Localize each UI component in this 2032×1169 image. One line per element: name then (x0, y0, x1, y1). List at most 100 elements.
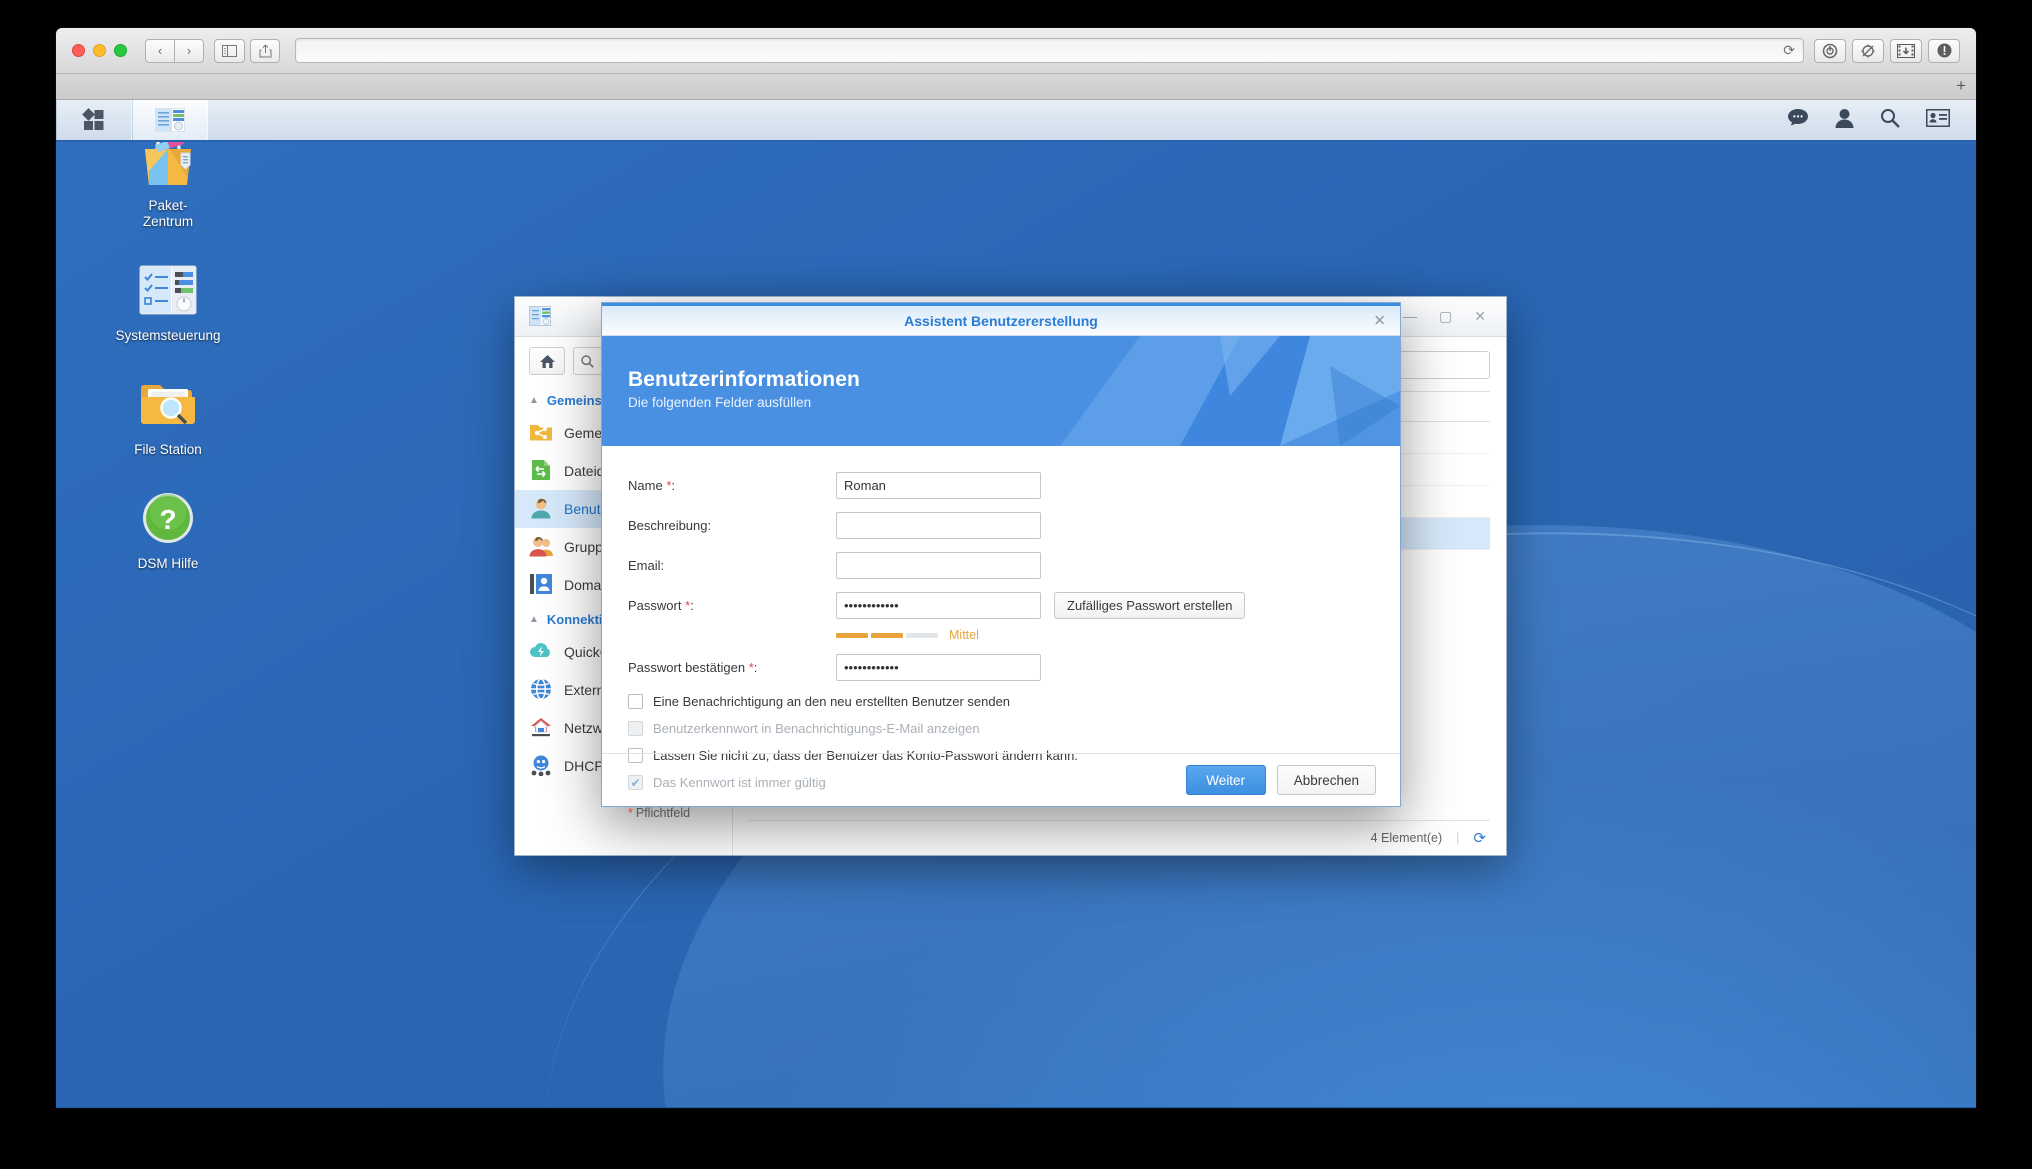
nav-buttons[interactable]: ‹ › (145, 38, 204, 63)
footer-divider: | (1456, 831, 1460, 845)
wizard-hero: Benutzerinformationen Die folgenden Feld… (602, 336, 1400, 446)
chat-icon[interactable] (1787, 108, 1809, 132)
wizard-hero-subtitle: Die folgenden Felder ausfüllen (628, 395, 812, 410)
checkbox-label: Benutzerkennwort in Benachrichtigungs-E-… (653, 721, 980, 736)
close-button[interactable]: ✕ (1474, 308, 1486, 325)
home-icon[interactable] (529, 347, 565, 375)
strength-label: Mittel (949, 628, 979, 642)
chevron-up-icon: ▲ (529, 395, 539, 406)
password-strength-indicator: Mittel (836, 628, 1374, 642)
dsm-desktop: Paket- Zentrum Systemsteuerung File Stat… (56, 100, 1976, 1107)
file-services-icon (529, 459, 553, 483)
desktop-icon-label: Systemsteuerung (115, 328, 221, 343)
description-input[interactable] (836, 512, 1041, 539)
required-marker: * (666, 478, 672, 493)
window-controls[interactable] (72, 44, 127, 57)
close-icon[interactable]: ✕ (1373, 313, 1386, 328)
desktop-icon-label: File Station (134, 442, 202, 457)
maximize-button[interactable]: ▢ (1439, 308, 1452, 325)
external-access-icon (529, 678, 553, 702)
user-icon (529, 497, 553, 521)
taskbar-item-control-panel[interactable] (132, 100, 208, 140)
field-row-password: Passwort *: Zufälliges Passwort erstelle… (628, 592, 1374, 619)
user-creation-wizard-dialog: Assistent Benutzererstellung ✕ Benutzeri… (601, 302, 1401, 820)
widget-icon[interactable] (1925, 108, 1951, 132)
mandatory-note-text: Pflichtfeld (635, 806, 691, 820)
search-icon[interactable] (1880, 108, 1900, 133)
back-button[interactable]: ‹ (145, 38, 175, 63)
control-panel-window-buttons[interactable]: — ▢ ✕ (1403, 308, 1496, 325)
browser-toolbar: ‹ › ⟳ (56, 28, 1976, 74)
label-name: Name *: (628, 478, 675, 493)
name-input[interactable] (836, 472, 1041, 499)
maximize-window-button[interactable] (114, 44, 127, 57)
domain-icon (529, 573, 553, 597)
required-marker: * (685, 598, 691, 613)
wizard-form: Name *: Beschreibung: Email: Passwort *:… (602, 446, 1400, 820)
item-count: 4 Element(e) (1370, 831, 1443, 845)
video-download-icon[interactable] (1890, 38, 1922, 63)
control-panel-icon (529, 305, 551, 328)
table-footer: 4 Element(e) | ⟳ (749, 820, 1490, 855)
label-password-confirm: Passwort bestätigen *: (628, 660, 758, 675)
label-password: Passwort *: (628, 598, 694, 613)
password-confirm-input[interactable] (836, 654, 1041, 681)
checkbox-row-notify-user[interactable]: Eine Benachrichtigung an den neu erstell… (628, 694, 1374, 709)
extension-buttons[interactable] (1814, 38, 1960, 63)
checkbox-label: Eine Benachrichtigung an den neu erstell… (653, 694, 1011, 709)
dsm-taskbar (56, 100, 1976, 142)
group-icon (529, 535, 553, 559)
reload-icon[interactable]: ⟳ (1783, 42, 1795, 59)
browser-window: ‹ › ⟳ + Paket- Zentrum Systemsteuerung F… (56, 28, 1976, 1108)
svg-text:?: ? (159, 504, 176, 535)
field-row-description: Beschreibung: (628, 512, 1374, 539)
share-icon[interactable] (250, 38, 280, 63)
sidebar-toggle-icon[interactable] (214, 38, 245, 63)
desktop-icon-dsm-help[interactable]: ? DSM Hilfe (108, 486, 228, 572)
minimize-window-button[interactable] (93, 44, 106, 57)
network-icon (529, 716, 553, 740)
address-bar[interactable]: ⟳ (295, 38, 1804, 63)
chevron-up-icon: ▲ (529, 614, 539, 625)
strength-segment (906, 632, 938, 638)
desktop-icon-label: DSM Hilfe (137, 556, 199, 571)
email-input[interactable] (836, 552, 1041, 579)
apps-grid-icon[interactable] (56, 100, 132, 140)
field-row-name: Name *: (628, 472, 1374, 499)
new-tab-button[interactable]: + (1956, 76, 1966, 96)
close-window-button[interactable] (72, 44, 85, 57)
warning-icon[interactable] (1928, 38, 1960, 63)
wizard-hero-title: Benutzerinformationen (628, 368, 860, 391)
checkbox-notify-user[interactable] (628, 694, 643, 709)
desktop-icon-label: Paket- Zentrum (142, 198, 194, 229)
target-icon[interactable] (1852, 38, 1884, 63)
user-icon[interactable] (1835, 108, 1854, 133)
tab-strip: + (56, 74, 1976, 100)
dhcp-icon (529, 754, 553, 778)
wizard-title: Assistent Benutzererstellung (904, 312, 1098, 329)
label-description: Beschreibung: (628, 518, 712, 533)
desktop-icon-control-panel[interactable]: Systemsteuerung (108, 258, 228, 344)
file-station-icon (108, 372, 228, 436)
required-marker: * (748, 660, 754, 675)
forward-button[interactable]: › (174, 38, 204, 63)
quickconnect-icon (529, 640, 553, 664)
field-row-password-confirm: Passwort bestätigen *: (628, 654, 1374, 681)
block-icon[interactable] (1814, 38, 1846, 63)
taskbar-spacer (208, 100, 1787, 140)
minimize-button[interactable]: — (1403, 308, 1417, 325)
wizard-footer: Weiter Abbrechen (602, 753, 1400, 806)
next-button[interactable]: Weiter (1185, 765, 1266, 795)
checkbox-row-show-password-in-email: Benutzerkennwort in Benachrichtigungs-E-… (628, 721, 1374, 736)
desktop-icon-package-center[interactable]: Paket- Zentrum (108, 128, 228, 230)
checkbox-show-password-in-email (628, 721, 643, 736)
password-input[interactable] (836, 592, 1041, 619)
generate-random-password-button[interactable]: Zufälliges Passwort erstellen (1054, 592, 1246, 619)
wizard-titlebar: Assistent Benutzererstellung ✕ (602, 303, 1400, 336)
strength-segment (871, 632, 903, 638)
refresh-icon[interactable]: ⟳ (1473, 829, 1486, 847)
field-row-email: Email: (628, 552, 1374, 579)
desktop-icon-file-station[interactable]: File Station (108, 372, 228, 458)
taskbar-system-icons[interactable] (1787, 100, 1976, 140)
cancel-button[interactable]: Abbrechen (1276, 765, 1376, 795)
